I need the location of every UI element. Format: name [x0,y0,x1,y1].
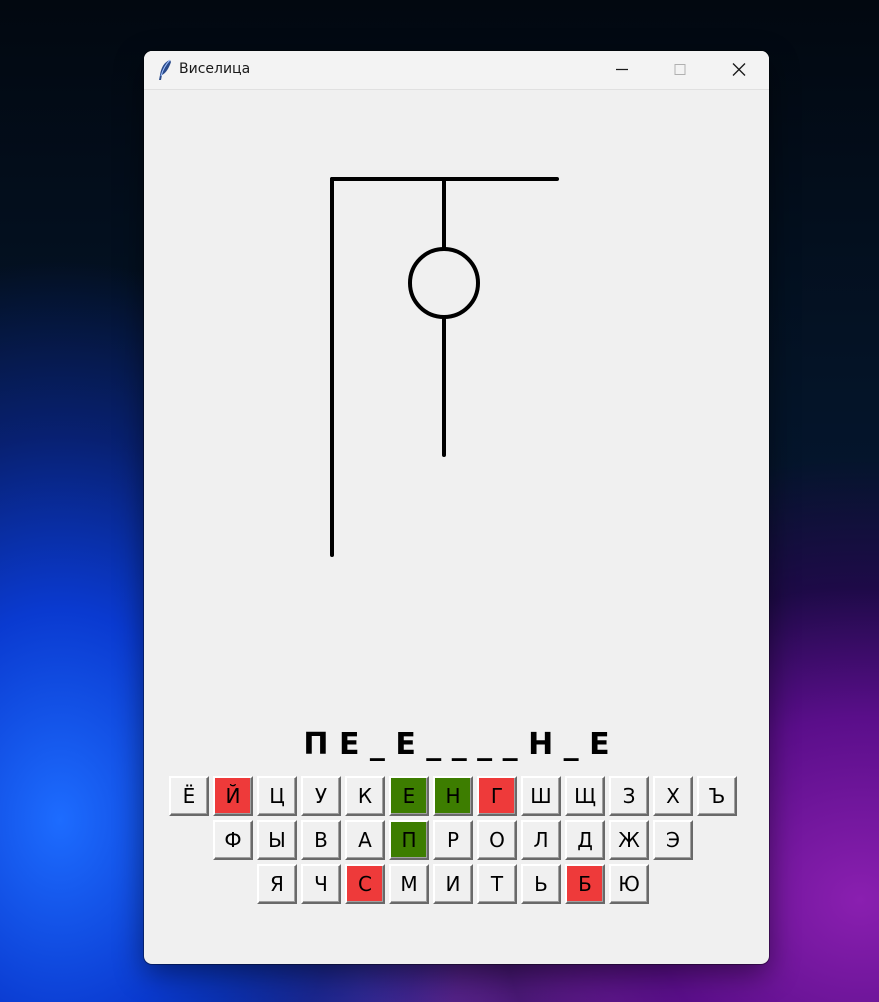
key-button[interactable]: Ь [521,864,561,904]
maximize-icon [674,64,686,75]
key-button[interactable]: К [345,776,385,816]
key-button[interactable]: Ш [521,776,561,816]
key-button[interactable]: Х [653,776,693,816]
gallows-drawing [330,177,559,557]
key-button[interactable]: Ф [213,820,253,860]
game-canvas: П Е _ Е _ _ _ _ Н _ Е ЁЙЦУКЕНГШЩЗХЪ ФЫВА… [144,90,769,964]
key-button[interactable]: О [477,820,517,860]
key-button[interactable]: Л [521,820,561,860]
key-button[interactable]: Н [433,776,473,816]
key-button[interactable]: Щ [565,776,605,816]
keyboard-row-1: ЁЙЦУКЕНГШЩЗХЪ [169,776,741,816]
key-button[interactable]: Ё [169,776,209,816]
key-button[interactable]: Ы [257,820,297,860]
key-button[interactable]: Ъ [697,776,737,816]
minimize-button[interactable] [593,51,651,89]
hangman-head [408,247,480,319]
minimize-icon [616,68,628,71]
feather-icon [159,59,171,80]
hangman-window: Виселица П Е _ Е _ _ _ _ Н _ Е ЁЙЦУКЕНГШ [144,51,769,964]
key-button[interactable]: П [389,820,429,860]
key-button[interactable]: С [345,864,385,904]
title-bar[interactable]: Виселица [144,51,769,90]
key-button[interactable]: Ю [609,864,649,904]
keyboard-row-2: ФЫВАПРОЛДЖЭ [213,820,697,860]
key-button[interactable]: З [609,776,649,816]
key-button[interactable]: Ж [609,820,649,860]
key-button[interactable]: А [345,820,385,860]
window-title: Виселица [179,61,251,77]
keyboard-row-3: ЯЧСМИТЬБЮ [257,864,653,904]
key-button[interactable]: Р [433,820,473,860]
key-button[interactable]: Я [257,864,297,904]
key-button[interactable]: Г [477,776,517,816]
key-button[interactable]: Й [213,776,253,816]
key-button[interactable]: У [301,776,341,816]
key-button[interactable]: Т [477,864,517,904]
close-icon [732,63,746,76]
key-button[interactable]: М [389,864,429,904]
maximize-button[interactable] [651,51,709,89]
key-button[interactable]: Б [565,864,605,904]
key-button[interactable]: Э [653,820,693,860]
word-display: П Е _ Е _ _ _ _ Н _ Е [303,727,610,762]
key-button[interactable]: Ц [257,776,297,816]
key-button[interactable]: Е [389,776,429,816]
key-button[interactable]: И [433,864,473,904]
key-button[interactable]: В [301,820,341,860]
close-button[interactable] [710,51,768,89]
key-button[interactable]: Д [565,820,605,860]
key-button[interactable]: Ч [301,864,341,904]
